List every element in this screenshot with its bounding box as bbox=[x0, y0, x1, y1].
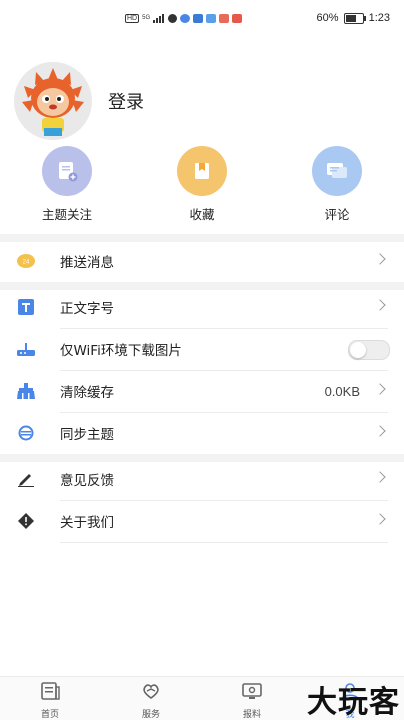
chevron-right-icon bbox=[374, 383, 386, 395]
status-icons: HD 5G bbox=[125, 12, 243, 24]
wifi-images-label: 仅WiFi环境下载图片 bbox=[60, 343, 182, 359]
report-icon bbox=[242, 683, 262, 699]
chevron-right-icon bbox=[374, 471, 386, 483]
nav-service[interactable]: 服务 bbox=[121, 681, 181, 720]
quick-actions: 主题关注 收藏 评论 bbox=[0, 146, 404, 222]
clear-cache-row[interactable]: 清除缓存 0.0KB bbox=[0, 370, 404, 412]
divider bbox=[60, 542, 388, 543]
router-icon bbox=[17, 343, 35, 356]
login-link[interactable]: 登录 bbox=[108, 88, 144, 114]
font-size-row[interactable]: 正文字号 bbox=[0, 286, 404, 328]
nav-report-label: 报料 bbox=[242, 710, 261, 720]
battery-icon bbox=[343, 12, 366, 24]
wifi-images-toggle[interactable] bbox=[348, 340, 390, 360]
favorites-label: 收藏 bbox=[189, 207, 215, 222]
push-badge-icon: 24 bbox=[17, 254, 35, 268]
comment-button[interactable]: 评论 bbox=[292, 146, 382, 223]
topic-follow-icon bbox=[42, 146, 92, 196]
chevron-right-icon bbox=[374, 299, 386, 311]
push-messages-label: 推送消息 bbox=[60, 255, 114, 271]
broom-icon bbox=[17, 383, 35, 399]
about-label: 关于我们 bbox=[60, 515, 114, 531]
chevron-right-icon bbox=[374, 253, 386, 265]
lion-mascot-icon bbox=[14, 62, 92, 140]
favorites-button[interactable]: 收藏 bbox=[157, 146, 247, 223]
home-icon bbox=[41, 682, 60, 700]
watermark: 大玩客 bbox=[307, 685, 400, 720]
app-notif-icon bbox=[193, 13, 204, 23]
nav-home[interactable]: 首页 bbox=[20, 681, 80, 720]
chevron-right-icon bbox=[374, 513, 386, 525]
app-notif-icon bbox=[219, 13, 230, 23]
nav-service-label: 服务 bbox=[141, 710, 160, 720]
nav-report[interactable]: 报料 bbox=[222, 681, 282, 720]
clock: 1:23 bbox=[368, 12, 390, 24]
chevron-right-icon bbox=[374, 425, 386, 437]
push-messages-row[interactable]: 24 推送消息 bbox=[0, 240, 404, 282]
cache-size-value: 0.0KB bbox=[324, 383, 360, 399]
pencil-icon bbox=[18, 474, 34, 487]
clear-cache-label: 清除缓存 bbox=[60, 385, 114, 401]
info-diamond-icon bbox=[18, 513, 34, 529]
hd-badge: HD bbox=[125, 13, 140, 23]
signal-icon bbox=[153, 13, 165, 23]
battery-percent: 60% bbox=[316, 12, 339, 24]
about-row[interactable]: 关于我们 bbox=[0, 500, 404, 542]
profile-screen: HD 5G 60% 1:23 登录 主题关注 收藏 评论 24 推送消息 正文字… bbox=[0, 0, 404, 720]
topic-follow-button[interactable]: 主题关注 bbox=[22, 146, 112, 223]
sync-topics-label: 同步主题 bbox=[60, 427, 114, 443]
text-size-icon bbox=[18, 299, 34, 315]
toggle-knob bbox=[350, 342, 366, 358]
profile-header[interactable]: 登录 bbox=[14, 62, 144, 140]
app-notif-icon bbox=[206, 13, 217, 23]
feedback-label: 意见反馈 bbox=[60, 473, 114, 489]
topic-follow-label: 主题关注 bbox=[41, 207, 92, 222]
nav-home-label: 首页 bbox=[40, 710, 59, 720]
service-icon bbox=[143, 684, 159, 699]
push-badge-count: 24 bbox=[23, 260, 30, 266]
feedback-row[interactable]: 意见反馈 bbox=[0, 458, 404, 500]
font-size-label: 正文字号 bbox=[60, 301, 114, 317]
status-right: 60% 1:23 bbox=[317, 11, 390, 25]
wifi-images-row: 仅WiFi环境下载图片 bbox=[0, 328, 404, 370]
status-bar: HD 5G 60% 1:23 bbox=[0, 0, 404, 36]
sync-icon bbox=[18, 425, 34, 441]
app-notif-icon bbox=[168, 13, 178, 23]
sync-topics-row[interactable]: 同步主题 bbox=[0, 412, 404, 454]
signal-label: 5G bbox=[142, 15, 151, 21]
comment-icon bbox=[312, 146, 362, 196]
chat-notif-icon bbox=[180, 13, 191, 23]
app-notif-icon bbox=[232, 13, 243, 23]
favorites-icon bbox=[177, 146, 227, 196]
avatar[interactable] bbox=[14, 62, 92, 140]
comment-label: 评论 bbox=[324, 207, 350, 222]
